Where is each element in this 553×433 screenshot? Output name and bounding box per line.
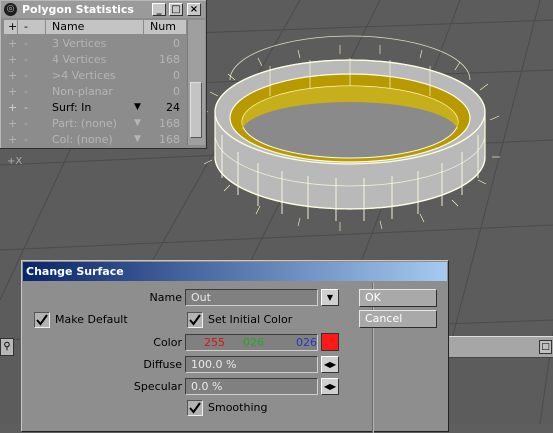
remove-button[interactable]: - — [24, 101, 28, 114]
color-field[interactable]: 255 026 026 — [185, 334, 318, 351]
add-button[interactable]: + — [8, 53, 17, 66]
row-num: 168 — [159, 117, 180, 130]
vertical-scrollbar[interactable] — [187, 20, 205, 145]
checkmark-icon — [189, 402, 201, 414]
smoothing-checkbox[interactable] — [187, 400, 203, 416]
left-right-arrows-icon[interactable]: ◀▶ — [321, 356, 339, 373]
specular-label: Specular — [133, 380, 182, 393]
stats-row[interactable]: + - 4 Vertices 168 — [4, 52, 186, 68]
diffuse-label: Diffuse — [143, 358, 182, 371]
row-name: Non-planar — [52, 85, 113, 98]
name-label: Name — [149, 291, 182, 304]
add-button[interactable]: + — [8, 69, 17, 82]
stats-row[interactable]: + - Non-planar 0 — [4, 84, 186, 100]
row-name: Part: (none) — [52, 117, 117, 130]
stats-row[interactable]: + - Part: (none) ▼ 168 — [4, 116, 186, 132]
specular-field[interactable]: 0.0 % — [185, 378, 318, 395]
ok-button[interactable]: OK — [359, 289, 437, 307]
checkmark-icon — [36, 314, 48, 326]
add-button[interactable]: + — [8, 37, 17, 50]
row-num: 0 — [173, 69, 180, 82]
remove-button[interactable]: - — [24, 53, 28, 66]
add-button[interactable]: + — [8, 117, 17, 130]
scrollbar-thumb[interactable] — [190, 82, 202, 138]
left-right-arrows-icon[interactable]: ◀▶ — [321, 378, 339, 395]
add-button[interactable]: + — [8, 101, 17, 114]
change-surface-dialog: Change Surface Name Out ▼ Make Default S… — [21, 260, 448, 433]
color-label: Color — [153, 336, 182, 349]
header-minus: - — [18, 20, 46, 34]
diffuse-field[interactable]: 100.0 % — [185, 356, 318, 373]
stats-table-header: + - Name Num — [4, 20, 186, 34]
color-swatch[interactable] — [321, 333, 339, 351]
dropdown-arrow-icon[interactable]: ▼ — [134, 102, 141, 112]
make-default-label: Make Default — [55, 313, 128, 326]
panel-title: Polygon Statistics — [22, 3, 134, 16]
maximize-icon[interactable]: □ — [539, 340, 552, 354]
row-num: 168 — [159, 133, 180, 146]
polygon-statistics-titlebar[interactable]: ◎ Polygon Statistics _ □ × — [1, 1, 205, 18]
remove-button[interactable]: - — [24, 85, 28, 98]
cancel-button[interactable]: Cancel — [359, 310, 437, 328]
color-red-value[interactable]: 255 — [204, 335, 225, 350]
dropdown-arrow-icon[interactable]: ▼ — [134, 118, 141, 128]
add-button[interactable]: + — [8, 133, 17, 146]
triangle-down-icon[interactable]: ▼ — [321, 289, 339, 306]
color-green-value[interactable]: 026 — [243, 335, 264, 350]
surface-name-field[interactable]: Out — [185, 289, 318, 306]
stats-row[interactable]: + - Col: (none) ▼ 168 — [4, 132, 186, 148]
row-num: 0 — [173, 85, 180, 98]
header-plus: + — [4, 20, 18, 34]
remove-button[interactable]: - — [24, 37, 28, 50]
viewport-toolbar: □ — [446, 336, 553, 358]
row-name: 4 Vertices — [52, 53, 107, 66]
dropdown-arrow-icon[interactable]: ▼ — [134, 134, 141, 144]
close-icon[interactable]: × — [187, 3, 201, 16]
remove-button[interactable]: - — [24, 133, 28, 146]
row-num: 24 — [166, 101, 180, 114]
checkmark-icon — [189, 314, 201, 326]
remove-button[interactable]: - — [24, 69, 28, 82]
minimize-icon[interactable]: _ — [152, 3, 166, 16]
row-num: 168 — [159, 53, 180, 66]
header-num: Num — [150, 20, 176, 33]
row-name: 3 Vertices — [52, 37, 107, 50]
maximize-icon[interactable]: □ — [169, 3, 183, 16]
set-initial-color-label: Set Initial Color — [208, 313, 293, 326]
row-num: 0 — [173, 37, 180, 50]
color-blue-value[interactable]: 026 — [296, 335, 317, 350]
header-name: Name — [46, 20, 144, 34]
dialog-title[interactable]: Change Surface — [23, 262, 447, 281]
smoothing-label: Smoothing — [208, 401, 268, 414]
zoom-icon[interactable]: ⚲ — [0, 338, 14, 356]
make-default-checkbox[interactable] — [34, 312, 50, 328]
axis-label: +X — [7, 156, 23, 167]
stats-row[interactable]: + - 3 Vertices 0 — [4, 36, 186, 52]
add-button[interactable]: + — [8, 85, 17, 98]
stats-row[interactable]: + - >4 Vertices 0 — [4, 68, 186, 84]
remove-button[interactable]: - — [24, 117, 28, 130]
polygon-statistics-panel: ◎ Polygon Statistics _ □ × + - Name Num … — [0, 0, 207, 149]
row-name: Col: (none) — [52, 133, 113, 146]
lightwave-logo-icon: ◎ — [4, 3, 17, 16]
set-initial-color-checkbox[interactable] — [187, 312, 203, 328]
row-name: Surf: In — [52, 101, 92, 114]
stats-row[interactable]: + - Surf: In ▼ 24 — [4, 100, 186, 116]
row-name: >4 Vertices — [52, 69, 116, 82]
